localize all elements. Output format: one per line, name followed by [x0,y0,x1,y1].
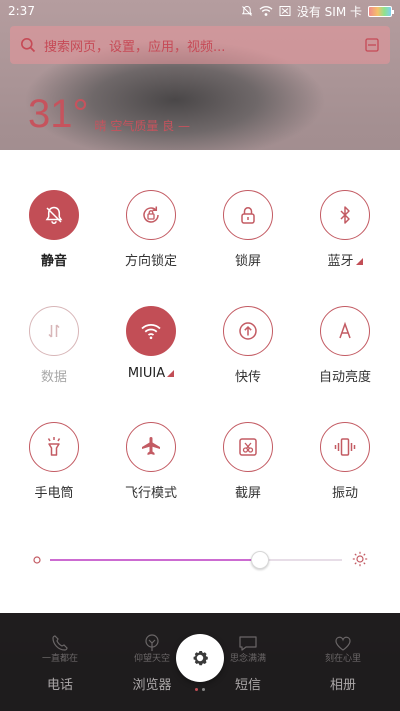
weather-widget[interactable]: 31° 晴 空气质量 良 — [28,92,190,137]
tile-lock-screen-label: 锁屏 [234,254,261,269]
weather-temperature: 31° [28,92,89,136]
mobile-data-icon [29,306,79,356]
tile-flashlight-label: 手电筒 [34,486,74,501]
vibrate-icon [320,422,370,472]
tile-auto-brightness[interactable]: 自动亮度 [305,306,385,396]
tile-airplane-mode-label: 飞行模式 [124,486,177,501]
tile-quick-transfer-label: 快传 [234,370,261,385]
tile-flashlight[interactable]: 手电筒 [14,422,94,512]
brightness-high-icon [352,551,368,567]
bluetooth-icon [320,190,370,240]
status-icons: 没有 SIM 卡 [241,3,394,20]
weather-condition: 晴 [94,119,107,133]
tile-screenshot-label: 截屏 [234,486,261,501]
wifi-status-icon [259,6,273,16]
weather-aqi: 空气质量 良 — [110,119,190,133]
dock-item-gallery[interactable]: 刻在心里 相册 [303,623,383,693]
battery-icon [368,5,394,17]
weather-details: 晴 空气质量 良 — [95,117,190,134]
dock-sketch-phone: 一直都在 [41,654,78,664]
no-sim-text: 没有 SIM 卡 [296,4,362,19]
tile-rotation-lock-label: 方向锁定 [124,254,177,269]
rotation-lock-icon [126,190,176,240]
dock-sketch-gallery: 刻在心里 [324,654,361,664]
gear-icon [193,651,208,666]
tile-bluetooth-label: 蓝牙 [327,250,363,269]
tile-wifi-text: MIUIA [127,366,166,381]
tile-bluetooth-text: 蓝牙 [327,254,354,269]
brightness-slider[interactable] [32,550,368,570]
quick-settings-panel: 静音 方向锁定 锁屏 蓝牙 数据 MIUIA 快传 自动亮度 手电筒 飞行模式 … [0,150,400,613]
search-icon [21,38,36,53]
tile-bluetooth[interactable]: 蓝牙 [305,190,385,280]
page-dot-active [195,688,198,691]
bell-off-icon [29,190,79,240]
more-options-icon[interactable] [355,258,363,265]
tile-lock-screen[interactable]: 锁屏 [208,190,288,280]
screenshot-icon [223,422,273,472]
brightness-track[interactable] [50,551,342,569]
flashlight-icon [29,422,79,472]
dock-label-gallery: 相册 [329,678,356,693]
wifi-icon [126,306,176,356]
status-bar: 2:37 没有 SIM 卡 [0,0,400,22]
tile-mobile-data[interactable]: 数据 [14,306,94,396]
dock-label-phone: 电话 [46,678,73,693]
more-options-icon[interactable] [167,370,175,377]
dock-label-messages: 短信 [234,678,261,693]
settings-button[interactable] [176,634,224,682]
tile-quick-transfer[interactable]: 快传 [208,306,288,396]
brightness-thumb[interactable] [251,551,270,569]
tile-mute[interactable]: 静音 [14,190,94,280]
no-sim-status-icon [279,6,291,16]
tile-vibrate-label: 振动 [331,486,358,501]
search-placeholder: 搜索网页，设置，应用，视频... [44,39,226,55]
mute-status-icon [241,5,252,16]
brightness-fill [50,559,261,561]
tile-vibrate[interactable]: 振动 [305,422,385,512]
auto-brightness-icon [320,306,370,356]
dock-label-browser: 浏览器 [132,678,172,693]
tile-mute-label: 静音 [40,254,67,269]
tile-airplane-mode[interactable]: 飞行模式 [111,422,191,512]
status-time: 2:37 [8,4,35,18]
tile-wifi-label: MIUIA [127,366,175,381]
airplane-icon [126,422,176,472]
lock-icon [223,190,273,240]
quick-transfer-icon [223,306,273,356]
page-indicator [195,688,205,691]
dock-sketch-messages: 思念满满 [229,654,266,664]
search-bar[interactable]: 搜索网页，设置，应用，视频... [10,26,390,64]
scan-icon[interactable] [364,37,380,53]
tile-mobile-data-label: 数据 [40,370,67,385]
dock-sketch-browser: 仰望天空 [133,654,170,664]
page-dot [202,688,205,691]
tile-auto-brightness-label: 自动亮度 [318,370,371,385]
dock-item-phone[interactable]: 一直都在 电话 [20,623,100,693]
brightness-low-icon [33,556,41,564]
tile-screenshot[interactable]: 截屏 [208,422,288,512]
tile-rotation-lock[interactable]: 方向锁定 [111,190,191,280]
tile-wifi[interactable]: MIUIA [111,306,191,396]
